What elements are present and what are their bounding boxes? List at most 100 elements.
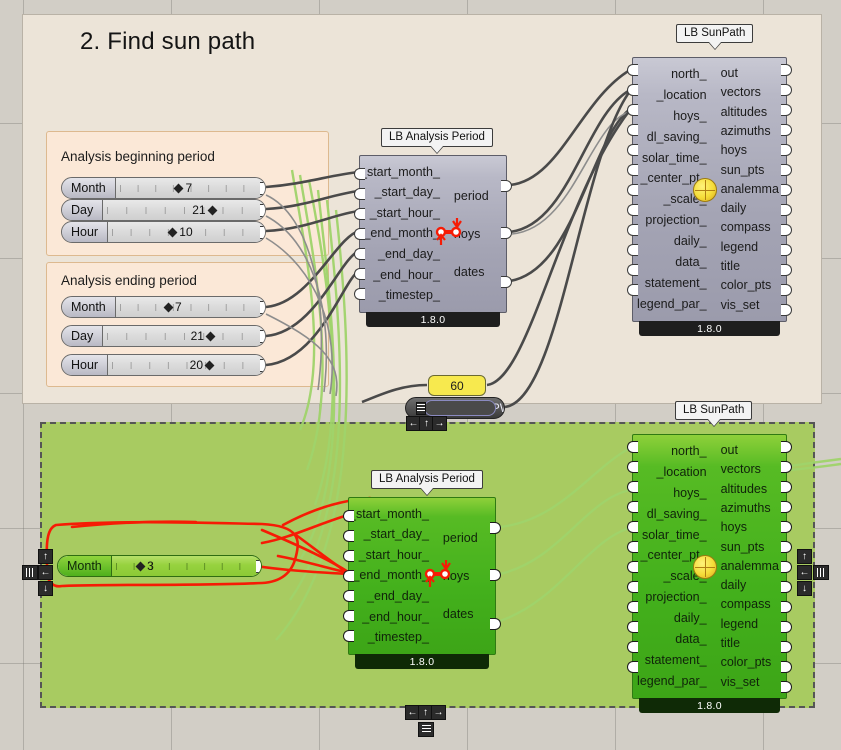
port-hoys[interactable]: hoys_ [673, 109, 706, 123]
slider-handle-icon[interactable] [163, 302, 174, 312]
port-data[interactable]: data_ [675, 632, 706, 646]
port-color-pts[interactable]: color_pts [721, 656, 772, 669]
port-altitudes[interactable]: altitudes [721, 482, 768, 496]
slider-begin-month[interactable]: Month 7 [61, 177, 266, 199]
port-start-month[interactable]: _start_month_ [360, 165, 440, 179]
drag-handle-right[interactable] [813, 565, 829, 580]
port-dl-saving[interactable]: dl_saving_ [647, 507, 707, 521]
port-dl-saving[interactable]: dl_saving_ [647, 130, 707, 144]
component-lb-analysis-period-top[interactable]: _start_month_ _start_day_ _start_hour_ _… [354, 155, 512, 327]
input-nub[interactable] [343, 630, 354, 642]
port-sun-pts[interactable]: sun_pts [721, 163, 765, 177]
scroll-right-button-bottom[interactable]: → [431, 705, 446, 720]
input-nub[interactable] [627, 461, 638, 473]
port-legend-par[interactable]: legend_par_ [637, 297, 707, 311]
slider-handle-icon[interactable] [207, 205, 218, 215]
scroll-down-button-left[interactable]: ↓ [38, 581, 53, 596]
input-nub[interactable] [627, 521, 638, 533]
port-start-day[interactable]: _start_day_ [364, 528, 429, 541]
input-nub[interactable] [627, 84, 638, 96]
drag-handle-left[interactable] [22, 565, 38, 580]
port-start-month[interactable]: _start_month_ [349, 507, 429, 521]
input-nub[interactable] [627, 244, 638, 256]
slider-end-hour[interactable]: Hour 20 [61, 354, 266, 376]
input-nub[interactable] [627, 184, 638, 196]
port-altitudes[interactable]: altitudes [721, 105, 768, 119]
port-daily-out[interactable]: daily [721, 202, 747, 215]
port-title[interactable]: title [721, 259, 740, 273]
port-north[interactable]: north_ [671, 444, 706, 458]
slider-end-day-track[interactable]: 21 [103, 326, 265, 346]
slider-handle-icon[interactable] [205, 331, 216, 341]
input-nub[interactable] [354, 208, 365, 220]
port-timestep[interactable]: _timestep_ [368, 630, 429, 644]
input-nub[interactable] [627, 284, 638, 296]
slider-handle-icon[interactable] [173, 183, 184, 193]
port-location[interactable]: _location [657, 88, 707, 102]
input-nub[interactable] [354, 268, 365, 280]
port-dates[interactable]: dates [443, 608, 474, 621]
slider-handle-icon[interactable] [204, 360, 215, 370]
drag-handle-bottom[interactable] [418, 722, 434, 737]
component-lb-sunpath-top[interactable]: north_ _location hoys_ dl_saving_ solar_… [627, 57, 792, 336]
slider-begin-day[interactable]: Day 21 [61, 199, 266, 221]
scroll-up-button-left[interactable]: ↑ [38, 549, 53, 564]
input-nub[interactable] [627, 481, 638, 493]
port-end-hour[interactable]: _end_hour_ [373, 268, 440, 282]
port-legend[interactable]: legend [721, 240, 759, 254]
scroll-up-button-right[interactable]: ↑ [797, 549, 812, 564]
input-nub[interactable] [354, 188, 365, 200]
port-projection[interactable]: projection_ [645, 591, 706, 604]
port-legend[interactable]: legend [721, 617, 759, 631]
nav-right-button[interactable]: → [432, 416, 447, 431]
port-hoys[interactable]: hoys [454, 228, 480, 241]
input-nub[interactable] [627, 64, 638, 76]
input-nub[interactable] [343, 530, 354, 542]
port-vectors[interactable]: vectors [721, 86, 761, 99]
input-nub[interactable] [343, 510, 354, 522]
slider-end-day[interactable]: Day 21 [61, 325, 266, 347]
slider-end-month-track[interactable]: 7 [115, 297, 265, 317]
input-nub[interactable] [627, 144, 638, 156]
port-location[interactable]: _location [657, 465, 707, 479]
port-statement[interactable]: statement_ [645, 276, 707, 290]
slider-green-month-track[interactable]: 3 [111, 556, 261, 576]
port-period[interactable]: period [443, 532, 478, 545]
port-daily-out[interactable]: daily [721, 579, 747, 592]
port-end-day[interactable]: _end_day_ [367, 589, 429, 603]
input-nub[interactable] [627, 541, 638, 553]
port-vis-set[interactable]: vis_set [721, 298, 760, 312]
port-hoys-out[interactable]: hoys [721, 521, 747, 534]
port-timestep[interactable]: _timestep_ [379, 288, 440, 302]
component-lb-sunpath-bottom[interactable]: north_ _location hoys_ dl_saving_ solar_… [627, 434, 792, 713]
port-azimuths[interactable]: azimuths [721, 501, 771, 515]
port-start-hour[interactable]: _start_hour_ [370, 206, 440, 220]
port-color-pts[interactable]: color_pts [721, 279, 772, 292]
input-nub[interactable] [627, 581, 638, 593]
port-end-day[interactable]: _end_day_ [378, 247, 440, 261]
port-end-month[interactable]: _end_month_ [352, 569, 428, 582]
scroll-plus-button-left[interactable]: ← [38, 565, 53, 580]
input-nub[interactable] [343, 570, 354, 582]
port-azimuths[interactable]: azimuths [721, 124, 771, 138]
port-projection[interactable]: projection_ [645, 214, 706, 227]
slider-handle-icon[interactable] [135, 561, 146, 571]
port-hoys[interactable]: hoys_ [673, 486, 706, 500]
input-nub[interactable] [627, 224, 638, 236]
input-nub[interactable] [343, 590, 354, 602]
port-vectors[interactable]: vectors [721, 463, 761, 476]
input-nub[interactable] [627, 561, 638, 573]
port-end-month[interactable]: _end_month_ [363, 227, 439, 240]
input-nub[interactable] [627, 264, 638, 276]
slider-green-month[interactable]: Month 3 [57, 555, 262, 577]
input-nub[interactable] [627, 104, 638, 116]
input-nub[interactable] [354, 288, 365, 300]
port-out[interactable]: out [721, 66, 738, 80]
slider-end-month[interactable]: Month 7 [61, 296, 266, 318]
input-nub[interactable] [354, 228, 365, 240]
input-nub[interactable] [343, 610, 354, 622]
port-daily[interactable]: daily_ [674, 235, 707, 248]
port-start-hour[interactable]: _start_hour_ [359, 548, 429, 562]
port-out[interactable]: out [721, 443, 738, 457]
port-solar-time[interactable]: solar_time_ [642, 528, 707, 542]
